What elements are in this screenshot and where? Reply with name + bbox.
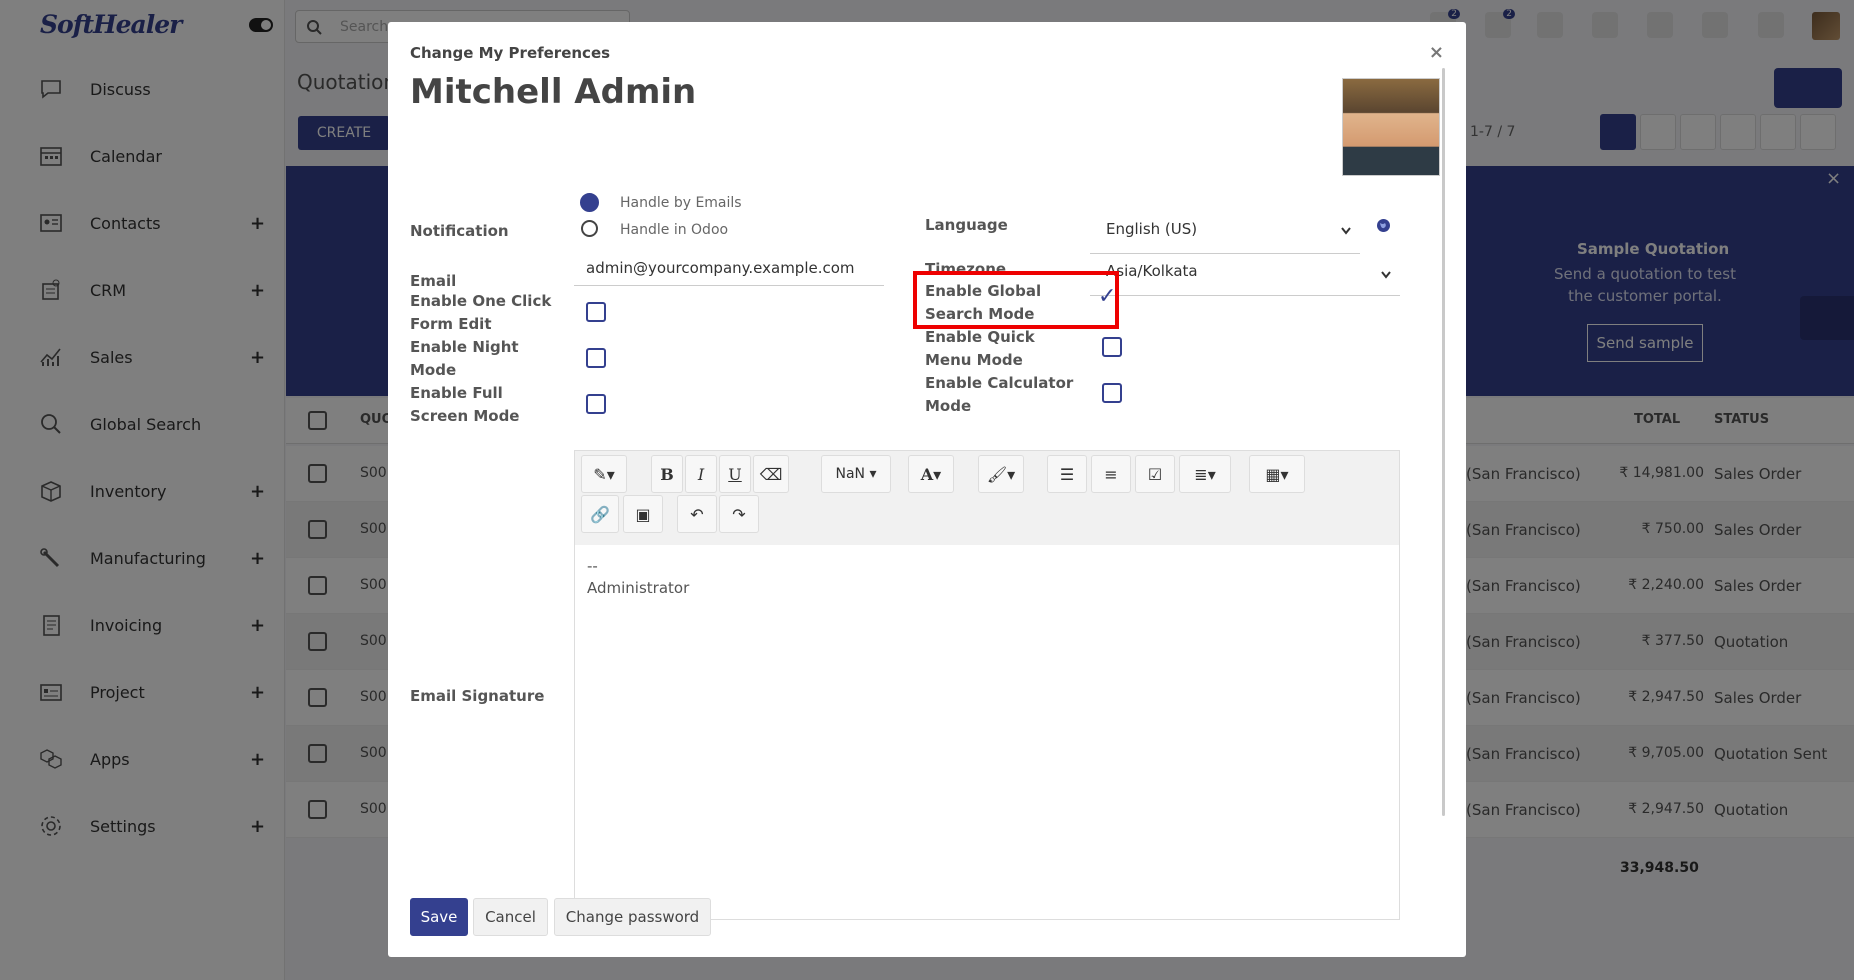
eraser-icon[interactable]: ⌫ [753, 455, 789, 493]
label-line: Enable Full [410, 384, 503, 402]
save-button[interactable]: Save [410, 898, 468, 936]
numbered-list-icon[interactable]: ≡ [1091, 455, 1131, 493]
signature-line: Administrator [587, 579, 690, 597]
label-line: Menu Mode [925, 351, 1023, 369]
signature-editor[interactable]: ✎▾ B I U ⌫ NaN ▾ A▾ 🖌▾ ☰ ≡ ☑ ≣▾ ▦▾ 🔗 ▣ ↶… [574, 450, 1400, 920]
timezone-value: Asia/Kolkata [1106, 262, 1198, 280]
cancel-button[interactable]: Cancel [473, 898, 548, 936]
label-line: Screen Mode [410, 407, 520, 425]
language-label: Language [925, 216, 1008, 234]
email-signature-label: Email Signature [410, 687, 545, 705]
italic-icon[interactable]: I [685, 455, 717, 493]
paint-brush-icon[interactable]: 🖌▾ [978, 455, 1024, 493]
undo-icon[interactable]: ↶ [677, 495, 717, 533]
calculator-mode-label: Enable Calculator Mode [925, 372, 1073, 418]
image-icon[interactable]: ▣ [623, 495, 663, 533]
full-screen-checkbox[interactable] [586, 394, 606, 414]
change-password-label: Change password [565, 908, 700, 926]
chevron-down-icon [1380, 266, 1392, 284]
radio-label: Handle in Odoo [620, 222, 729, 238]
notification-label: Notification [410, 222, 509, 240]
bold-icon[interactable]: B [651, 455, 683, 493]
night-mode-checkbox[interactable] [586, 348, 606, 368]
label-line: Enable Calculator [925, 374, 1074, 392]
radio-label: Handle by Emails [620, 195, 742, 211]
table-icon[interactable]: ▦▾ [1249, 455, 1305, 493]
label-line: Enable Quick [925, 328, 1035, 346]
radio-handle-in-odoo[interactable] [581, 220, 598, 237]
font-size-value: NaN [835, 466, 866, 482]
redo-icon[interactable]: ↷ [719, 495, 759, 533]
timezone-select[interactable]: Asia/Kolkata [1090, 252, 1400, 296]
preferences-dialog: Change My Preferences × Mitchell Admin N… [388, 22, 1466, 957]
font-color-icon[interactable]: A▾ [908, 455, 954, 493]
save-button-label: Save [420, 908, 458, 926]
editor-toolbar: ✎▾ B I U ⌫ NaN ▾ A▾ 🖌▾ ☰ ≡ ☑ ≣▾ ▦▾ 🔗 ▣ ↶… [575, 451, 1399, 545]
close-icon[interactable]: × [1429, 42, 1444, 63]
font-size-dropdown[interactable]: NaN ▾ [821, 455, 891, 493]
user-photo[interactable] [1342, 78, 1440, 176]
email-field[interactable]: admin@yourcompany.example.com [574, 256, 884, 286]
change-password-button[interactable]: Change password [554, 898, 711, 936]
label-line: Enable Night [410, 338, 519, 356]
quick-menu-mode-checkbox[interactable] [1102, 337, 1122, 357]
scrollbar[interactable] [1442, 68, 1445, 816]
language-select[interactable]: English (US) [1090, 208, 1360, 254]
label-line: Mode [410, 361, 457, 379]
magic-wand-icon[interactable]: ✎▾ [581, 455, 627, 493]
editor-content[interactable]: -- Administrator [587, 555, 689, 599]
underline-icon[interactable]: U [719, 455, 751, 493]
label-line: Mode [925, 397, 972, 415]
highlight-box [913, 271, 1119, 329]
link-icon[interactable]: 🔗 [581, 495, 619, 533]
user-name: Mitchell Admin [410, 72, 697, 112]
align-icon[interactable]: ≣▾ [1179, 455, 1231, 493]
label-line: Enable One Click [410, 292, 552, 310]
cancel-button-label: Cancel [485, 908, 536, 926]
globe-icon[interactable] [1376, 218, 1391, 237]
bullet-list-icon[interactable]: ☰ [1047, 455, 1087, 493]
language-value: English (US) [1106, 220, 1198, 238]
chevron-down-icon [1340, 222, 1352, 240]
quick-menu-mode-label: Enable Quick Menu Mode [925, 326, 1035, 372]
signature-line: -- [587, 557, 598, 575]
one-click-edit-label: Enable One Click Form Edit [410, 290, 551, 336]
dialog-title: Change My Preferences [410, 44, 611, 62]
label-line: Form Edit [410, 315, 492, 333]
night-mode-label: Enable Night Mode [410, 336, 519, 382]
one-click-edit-checkbox[interactable] [586, 302, 606, 322]
checklist-icon[interactable]: ☑ [1135, 455, 1175, 493]
radio-handle-by-emails[interactable] [580, 193, 599, 212]
calculator-mode-checkbox[interactable] [1102, 383, 1122, 403]
full-screen-label: Enable Full Screen Mode [410, 382, 519, 428]
